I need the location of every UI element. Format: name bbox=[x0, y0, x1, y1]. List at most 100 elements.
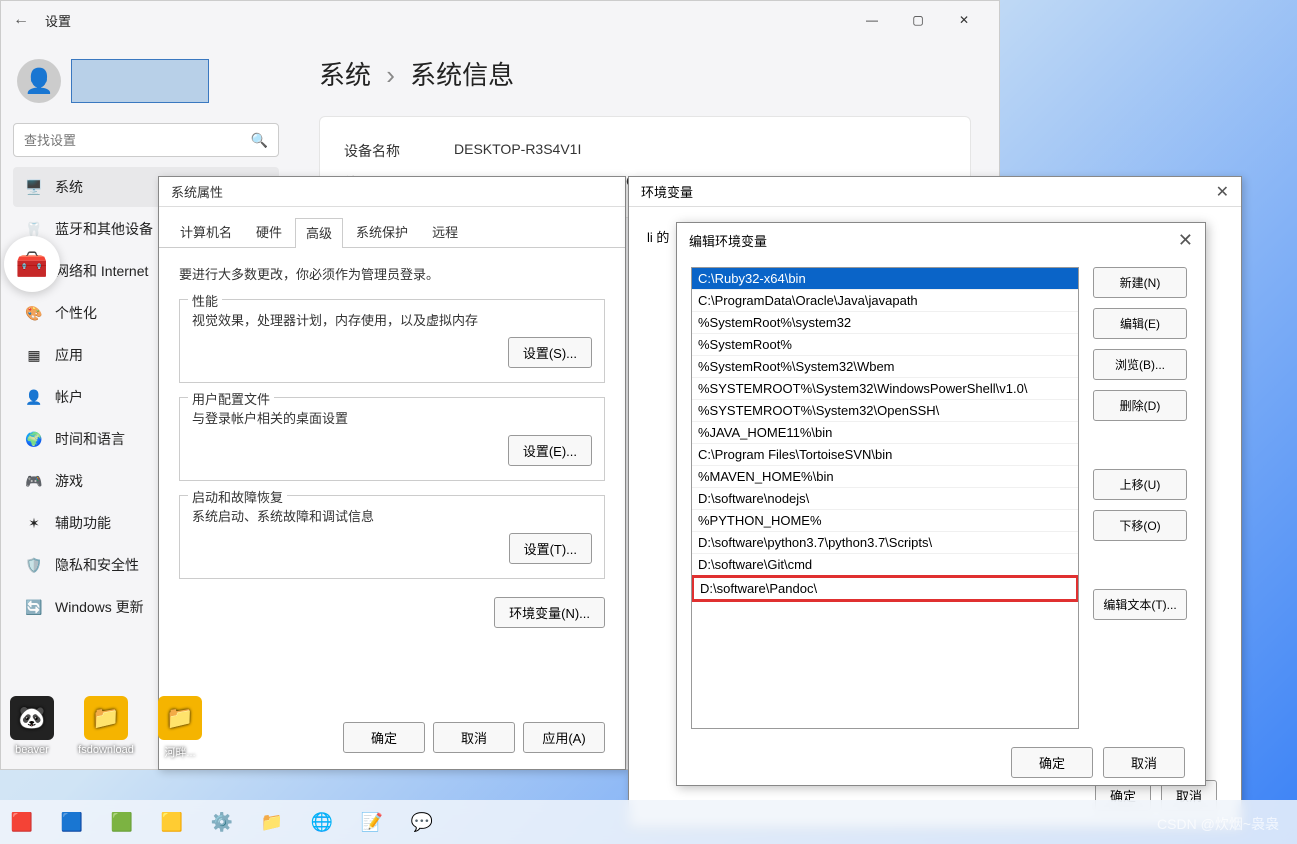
sysprop-ok-button[interactable]: 确定 bbox=[343, 722, 425, 753]
path-item[interactable]: %MAVEN_HOME%\bin bbox=[692, 466, 1078, 488]
sysprop-tab-4[interactable]: 远程 bbox=[421, 217, 469, 247]
user-profile-group-title: 用户配置文件 bbox=[188, 389, 274, 408]
path-item[interactable]: D:\software\nodejs\ bbox=[692, 488, 1078, 510]
user-row[interactable]: 👤 bbox=[13, 51, 279, 123]
taskbar-icon[interactable]: 🟨 bbox=[156, 806, 188, 838]
startup-recovery-group-title: 启动和故障恢复 bbox=[188, 487, 287, 506]
close-icon[interactable]: ✕ bbox=[1216, 182, 1229, 202]
move-up-button[interactable]: 上移(U) bbox=[1093, 469, 1187, 500]
minimize-button[interactable]: — bbox=[849, 1, 895, 39]
startup-recovery-settings-button[interactable]: 设置(T)... bbox=[509, 533, 592, 564]
avatar-icon: 👤 bbox=[17, 59, 61, 103]
taskbar-icon[interactable]: 📝 bbox=[356, 806, 388, 838]
titlebar: ← 设置 — ▢ ✕ bbox=[1, 1, 999, 39]
move-down-button[interactable]: 下移(O) bbox=[1093, 510, 1187, 541]
edit-env-cancel-button[interactable]: 取消 bbox=[1103, 747, 1185, 778]
user-name-box bbox=[71, 59, 209, 103]
delete-button[interactable]: 删除(D) bbox=[1093, 390, 1187, 421]
nav-icon: 👤 bbox=[25, 388, 43, 406]
breadcrumb-a[interactable]: 系统 bbox=[319, 60, 371, 90]
taskbar-icon[interactable]: 🟦 bbox=[56, 806, 88, 838]
maximize-button[interactable]: ▢ bbox=[895, 1, 941, 39]
taskbar-icon[interactable]: 📁 bbox=[256, 806, 288, 838]
path-item[interactable]: %SystemRoot% bbox=[692, 334, 1078, 356]
startup-recovery-group: 启动和故障恢复 系统启动、系统故障和调试信息 设置(T)... bbox=[179, 495, 605, 579]
nav-label: 网络和 Internet bbox=[55, 261, 148, 281]
nav-label: 帐户 bbox=[55, 387, 83, 407]
path-item[interactable]: %SYSTEMROOT%\System32\WindowsPowerShell\… bbox=[692, 378, 1078, 400]
performance-group: 性能 视觉效果，处理器计划，内存使用，以及虚拟内存 设置(S)... bbox=[179, 299, 605, 383]
search-icon: 🔍 bbox=[251, 132, 268, 149]
path-item[interactable]: %JAVA_HOME11%\bin bbox=[692, 422, 1078, 444]
taskbar-icon[interactable]: 🟩 bbox=[106, 806, 138, 838]
nav-icon: ▦ bbox=[25, 346, 43, 364]
close-icon[interactable]: ✕ bbox=[1178, 230, 1193, 251]
nav-label: 蓝牙和其他设备 bbox=[55, 219, 153, 239]
path-item[interactable]: %PYTHON_HOME% bbox=[692, 510, 1078, 532]
taskbar-icon[interactable]: 💬 bbox=[406, 806, 438, 838]
path-item[interactable]: C:\Program Files\TortoiseSVN\bin bbox=[692, 444, 1078, 466]
breadcrumb-b: 系统信息 bbox=[410, 60, 514, 90]
nav-icon: 🔄 bbox=[25, 598, 43, 616]
performance-group-text: 视觉效果，处理器计划，内存使用，以及虚拟内存 bbox=[192, 310, 592, 329]
nav-label: 个性化 bbox=[55, 303, 97, 323]
sysprop-tab-2[interactable]: 高级 bbox=[295, 218, 343, 248]
path-item[interactable]: %SYSTEMROOT%\System32\OpenSSH\ bbox=[692, 400, 1078, 422]
path-item[interactable]: %SystemRoot%\system32 bbox=[692, 312, 1078, 334]
nav-label: 辅助功能 bbox=[55, 513, 111, 533]
chevron-right-icon: › bbox=[386, 60, 395, 90]
taskbar-icon[interactable]: ⚙️ bbox=[206, 806, 238, 838]
edit-env-ok-button[interactable]: 确定 bbox=[1011, 747, 1093, 778]
path-item[interactable]: %SystemRoot%\System32\Wbem bbox=[692, 356, 1078, 378]
device-name-label: 设备名称 bbox=[344, 141, 454, 161]
env-vars-title: 环境变量 ✕ bbox=[629, 177, 1241, 207]
nav-icon: ✶ bbox=[25, 514, 43, 532]
back-icon[interactable]: ← bbox=[13, 11, 37, 29]
search-input[interactable] bbox=[24, 133, 251, 148]
close-button[interactable]: ✕ bbox=[941, 1, 987, 39]
sysprop-tab-0[interactable]: 计算机名 bbox=[169, 217, 243, 247]
path-item[interactable]: D:\software\Pandoc\ bbox=[691, 575, 1079, 602]
new-button[interactable]: 新建(N) bbox=[1093, 267, 1187, 298]
system-properties-dialog: 系统属性 计算机名硬件高级系统保护远程 要进行大多数更改，你必须作为管理员登录。… bbox=[158, 176, 626, 770]
search-box[interactable]: 🔍 bbox=[13, 123, 279, 157]
startup-recovery-group-text: 系统启动、系统故障和调试信息 bbox=[192, 506, 592, 525]
edit-button[interactable]: 编辑(E) bbox=[1093, 308, 1187, 339]
nav-label: Windows 更新 bbox=[55, 597, 144, 617]
nav-icon: 🖥️ bbox=[25, 178, 43, 196]
sysprop-tabs: 计算机名硬件高级系统保护远程 bbox=[159, 207, 625, 248]
user-profile-group: 用户配置文件 与登录帐户相关的桌面设置 设置(E)... bbox=[179, 397, 605, 481]
taskbar-icon[interactable]: 🟥 bbox=[6, 806, 38, 838]
desktop-icon[interactable]: 📁河畔... bbox=[150, 696, 210, 760]
path-list[interactable]: C:\Ruby32-x64\binC:\ProgramData\Oracle\J… bbox=[691, 267, 1079, 729]
taskbar-icon[interactable]: 🌐 bbox=[306, 806, 338, 838]
user-profile-settings-button[interactable]: 设置(E)... bbox=[508, 435, 592, 466]
taskbar[interactable]: 🟥 🟦 🟩 🟨 ⚙️ 📁 🌐 📝 💬 bbox=[0, 800, 1297, 844]
performance-group-title: 性能 bbox=[188, 291, 222, 310]
path-item[interactable]: C:\ProgramData\Oracle\Java\javapath bbox=[692, 290, 1078, 312]
user-profile-group-text: 与登录帐户相关的桌面设置 bbox=[192, 408, 592, 427]
nav-label: 应用 bbox=[55, 345, 83, 365]
nav-label: 游戏 bbox=[55, 471, 83, 491]
floating-tool-icon[interactable]: 🧰 bbox=[4, 236, 60, 292]
desktop-icon[interactable]: 📁fsdownload bbox=[76, 696, 136, 760]
sysprop-note: 要进行大多数更改，你必须作为管理员登录。 bbox=[179, 264, 605, 283]
environment-variables-button[interactable]: 环境变量(N)... bbox=[494, 597, 605, 628]
path-item[interactable]: C:\Ruby32-x64\bin bbox=[692, 268, 1078, 290]
sysprop-cancel-button[interactable]: 取消 bbox=[433, 722, 515, 753]
performance-settings-button[interactable]: 设置(S)... bbox=[508, 337, 592, 368]
path-item[interactable]: D:\software\Git\cmd bbox=[692, 554, 1078, 576]
sysprop-tab-3[interactable]: 系统保护 bbox=[345, 217, 419, 247]
watermark: CSDN @炊烟~袅袅 bbox=[1157, 814, 1279, 834]
edit-text-button[interactable]: 编辑文本(T)... bbox=[1093, 589, 1187, 620]
desktop-icon[interactable]: 🐼beaver bbox=[2, 696, 62, 760]
browse-button[interactable]: 浏览(B)... bbox=[1093, 349, 1187, 380]
sysprop-apply-button[interactable]: 应用(A) bbox=[523, 722, 605, 753]
path-item[interactable]: D:\software\python3.7\python3.7\Scripts\ bbox=[692, 532, 1078, 554]
sysprop-tab-1[interactable]: 硬件 bbox=[245, 217, 293, 247]
nav-icon: 🌍 bbox=[25, 430, 43, 448]
breadcrumb: 系统 › 系统信息 bbox=[319, 55, 971, 92]
nav-icon: 🎮 bbox=[25, 472, 43, 490]
desktop-icons: 🐼beaver📁fsdownload📁河畔... bbox=[2, 696, 210, 760]
window-title: 设置 bbox=[45, 11, 71, 30]
